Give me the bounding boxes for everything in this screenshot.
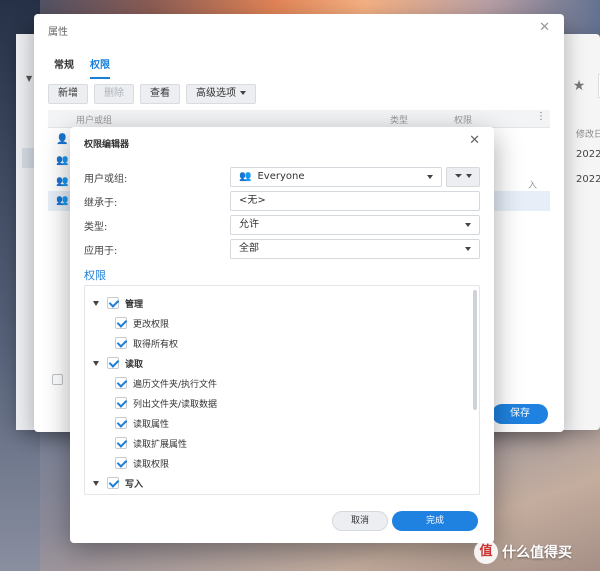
favorite-star-icon[interactable]: ★ [562,74,596,98]
group-icon: 👥 [239,171,252,182]
user-group-row: 用户或组: 👥 Everyone [84,167,480,187]
tree-group-manage[interactable]: 管理 [93,294,143,312]
tree-label: 读取权限 [133,459,170,470]
save-button[interactable]: 保存 [492,404,548,424]
column-user-group[interactable]: 用户或组 [76,113,112,126]
checkbox-checked-icon[interactable] [107,477,119,489]
properties-tabs: 常规 权限 [54,56,110,79]
group-icon: 👥 [56,176,69,187]
inherit-checkbox[interactable] [52,374,63,385]
user-group-select[interactable]: 👥 Everyone [230,167,442,187]
expand-caret-icon[interactable] [93,360,99,366]
file-row-date[interactable]: 2022-12 [576,174,600,185]
group-icon: 👥 [56,155,69,166]
close-icon[interactable]: ✕ [469,133,480,148]
chevron-down-icon [465,174,472,178]
editor-title: 权限编辑器 [84,140,130,150]
tree-label: 读取 [125,359,144,370]
close-icon[interactable]: ✕ [539,20,550,35]
properties-title: 属性 [48,27,68,38]
user-group-label: 用户或组: [84,174,128,185]
expand-caret-icon[interactable] [93,300,99,306]
filter-icon: ⏷ [454,171,463,182]
sidebar-caret-icon[interactable]: ▼ [26,74,32,83]
inherit-label: 继承于: [84,198,118,209]
type-value: 允许 [239,219,259,230]
filter-button[interactable]: ⏷ [446,167,480,187]
checkbox-checked-icon[interactable] [115,417,127,429]
cancel-button[interactable]: 取消 [332,511,388,531]
chevron-down-icon [427,175,433,179]
checkbox-checked-icon[interactable] [107,297,119,309]
advanced-options-label: 高级选项 [196,88,236,99]
apply-row: 应用于: 全部 [84,239,480,259]
group-icon: 👥 [56,195,69,206]
permission-section-title: 权限 [84,269,106,282]
tree-label: 管理 [125,299,144,310]
watermark-text: 什么值得买 [502,545,572,561]
tree-label: 读取扩展属性 [133,439,188,450]
tree-label: 更改权限 [133,319,170,330]
apply-label: 应用于: [84,246,118,257]
modified-date-column[interactable]: 修改日期 [576,127,600,140]
tree-item[interactable]: 读取属性 [115,414,169,432]
advanced-options-button[interactable]: 高级选项 [186,84,256,104]
watermark-logo-icon: 值 [474,540,498,564]
tree-item[interactable]: 列出文件夹/读取数据 [115,394,217,412]
column-menu-icon[interactable]: ⋮ [536,111,546,122]
checkbox-checked-icon[interactable] [115,437,127,449]
tab-general[interactable]: 常规 [54,56,74,79]
permission-table-header: 用户或组 类型 权限 ⋮ [48,110,550,128]
add-button[interactable]: 新增 [48,84,88,104]
checkbox-checked-icon[interactable] [115,457,127,469]
checkbox-checked-icon[interactable] [115,397,127,409]
user-group-value: Everyone [257,171,305,182]
delete-button[interactable]: 删除 [94,84,134,104]
inherit-row: 继承于: <无> [84,191,480,211]
apply-select[interactable]: 全部 [230,239,480,259]
done-button[interactable]: 完成 [392,511,478,531]
checkbox-checked-icon[interactable] [115,377,127,389]
tree-label: 写入 [125,479,144,490]
file-row-date[interactable]: 2022-11 [576,149,600,160]
checkbox-checked-icon[interactable] [107,357,119,369]
tree-scrollbar[interactable] [473,290,477,410]
tab-permissions[interactable]: 权限 [90,56,110,79]
tree-label: 列出文件夹/读取数据 [133,399,218,410]
chevron-down-icon [465,247,471,251]
type-row: 类型: 允许 [84,215,480,235]
watermark: 值 什么值得买 [474,540,572,564]
tree-label: 读取属性 [133,419,170,430]
tree-label: 取得所有权 [133,339,179,350]
checkbox-checked-icon[interactable] [115,337,127,349]
chevron-down-icon [240,91,246,95]
tree-group-read[interactable]: 读取 [93,354,143,372]
chevron-down-icon [465,223,471,227]
checkbox-checked-icon[interactable] [115,317,127,329]
apply-value: 全部 [239,243,259,254]
tree-label: 遍历文件夹/执行文件 [133,379,218,390]
file-station-sidebar [16,34,34,430]
row-permission-fragment: 入 [528,181,538,191]
tree-item[interactable]: 更改权限 [115,314,169,332]
user-icon: 👤 [56,134,69,145]
properties-toolbar: 新增 删除 查看 高级选项 [48,84,256,104]
tree-item[interactable]: 取得所有权 [115,334,178,352]
tree-item[interactable]: 遍历文件夹/执行文件 [115,374,217,392]
column-type[interactable]: 类型 [390,113,408,126]
column-permission[interactable]: 权限 [454,113,472,126]
tree-group-write[interactable]: 写入 [93,474,143,492]
type-select[interactable]: 允许 [230,215,480,235]
type-label: 类型: [84,222,108,233]
expand-caret-icon[interactable] [93,480,99,486]
tree-item[interactable]: 读取权限 [115,454,169,472]
tree-item[interactable]: 读取扩展属性 [115,434,187,452]
permission-tree: 管理 更改权限 取得所有权 读取 遍历文件夹/执行文件 列出文件夹/读取数据 读… [84,285,480,495]
inherit-field: <无> [230,191,480,211]
permission-editor-dialog: 权限编辑器 ✕ 用户或组: 👥 Everyone ⏷ 继承于: <无> 类型: 允… [70,127,494,543]
view-button[interactable]: 查看 [140,84,180,104]
